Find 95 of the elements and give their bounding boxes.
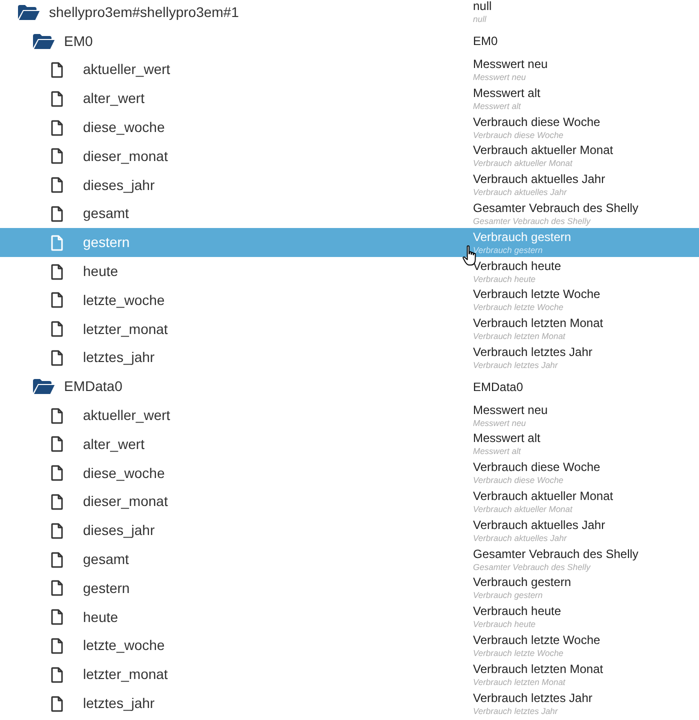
item-description: Verbrauch heute — [473, 619, 537, 630]
file-icon — [51, 206, 63, 222]
item-title: Messwert alt — [473, 86, 540, 100]
item-description: Verbrauch aktuelles Jahr — [473, 187, 568, 198]
item-title: Verbrauch letztes Jahr — [473, 690, 592, 705]
tree-item-name: dieser_monat — [83, 492, 168, 512]
item-title: Verbrauch aktueller Monat — [473, 488, 614, 503]
item-description: Verbrauch letzte Woche — [473, 302, 564, 314]
item-title: Verbrauch aktueller Monat — [473, 143, 614, 158]
item-description: Gesamter Vebrauch des Shelly — [473, 216, 592, 227]
file-icon — [51, 465, 63, 482]
tree-item-name: gesamt — [83, 204, 129, 224]
item-title: Verbrauch heute — [473, 258, 562, 273]
file-icon — [51, 522, 63, 539]
item-description: Verbrauch heute — [473, 274, 537, 285]
tree-item-name: alter_wert — [83, 434, 144, 454]
file-icon — [51, 580, 63, 596]
item-description: null — [473, 14, 488, 26]
file-icon — [51, 264, 63, 280]
item-title: Verbrauch diese Woche — [473, 114, 600, 129]
item-title: Messwert neu — [473, 56, 548, 71]
file-icon — [51, 177, 63, 194]
item-description: Verbrauch letzte Woche — [473, 648, 564, 659]
file-icon — [51, 62, 63, 78]
file-icon — [51, 638, 63, 654]
item-description: Verbrauch letzten Monat — [473, 331, 566, 342]
tree-item-name: diese_woche — [83, 118, 165, 138]
item-description: Verbrauch letztes Jahr — [473, 360, 559, 371]
item-title: Verbrauch letzte Woche — [473, 287, 600, 302]
item-description: Gesamter Vebrauch des Shelly — [473, 562, 592, 573]
item-title: EM0 — [473, 34, 498, 48]
tree-item-name: letzte_woche — [83, 636, 165, 656]
item-title: Messwert neu — [473, 402, 548, 417]
item-title: Verbrauch letzte Woche — [473, 632, 600, 647]
item-title: Verbrauch letzten Monat — [473, 662, 604, 676]
file-icon — [51, 234, 63, 251]
tree-item-name: letzte_woche — [83, 290, 165, 310]
file-icon — [51, 696, 63, 712]
item-title: Verbrauch letztes Jahr — [473, 344, 592, 359]
tree-item-name: letzter_monat — [83, 320, 168, 339]
item-title: Verbrauch gestern — [473, 230, 572, 244]
item-description: Verbrauch letztes Jahr — [473, 706, 559, 717]
item-description: Verbrauch diese Woche — [473, 130, 564, 141]
file-icon — [51, 666, 63, 683]
item-title: Verbrauch aktuelles Jahr — [473, 518, 606, 532]
tree-item-name: diese_woche — [83, 464, 165, 483]
tree-item-name: dieser_monat — [83, 146, 168, 166]
item-description: Verbrauch diese Woche — [473, 475, 564, 486]
file-icon — [51, 321, 63, 338]
item-description: Verbrauch aktuelles Jahr — [473, 532, 568, 544]
item-title: null — [473, 0, 492, 14]
tree-item-name: heute — [83, 608, 118, 627]
item-title: Gesamter Vebrauch des Shelly — [473, 546, 638, 561]
file-icon — [51, 350, 63, 366]
item-title: Gesamter Vebrauch des Shelly — [473, 200, 638, 215]
tree-item-name: EM0 — [64, 32, 93, 51]
tree-item-name: gestern — [83, 233, 130, 252]
tree-item-name: gestern — [83, 578, 130, 598]
item-description: Messwert alt — [473, 100, 522, 112]
tree-item-name: EMData0 — [64, 377, 122, 396]
item-title: Verbrauch gestern — [473, 575, 572, 590]
tree-item-name: alter_wert — [83, 89, 144, 108]
file-icon — [51, 120, 63, 136]
item-description: Verbrauch letzten Monat — [473, 676, 566, 688]
item-title: Verbrauch letzten Monat — [473, 316, 604, 330]
tree-item-name: heute — [83, 262, 118, 282]
item-title: Verbrauch aktuelles Jahr — [473, 172, 606, 186]
item-title: Messwert alt — [473, 431, 540, 446]
tree-item-name: dieses_jahr — [83, 521, 155, 540]
file-icon — [51, 436, 63, 452]
item-title: EMData0 — [473, 380, 524, 394]
tree-item-name: aktueller_wert — [83, 406, 170, 426]
file-icon — [51, 494, 63, 510]
item-description: Messwert alt — [473, 446, 522, 458]
file-icon — [51, 609, 63, 626]
tree-item-name: letzter_monat — [83, 665, 168, 684]
item-description: Messwert neu — [473, 418, 527, 429]
file-icon — [51, 552, 63, 568]
item-description: Messwert neu — [473, 72, 527, 83]
item-title: Verbrauch diese Woche — [473, 460, 600, 474]
tree-item-name: dieses_jahr — [83, 176, 155, 195]
tree-item-name: shellypro3em#shellypro3em#1 — [49, 2, 239, 22]
tree-item-name: aktueller_wert — [83, 60, 170, 80]
tree-item-name: letztes_jahr — [83, 694, 155, 714]
tree-item-name: gesamt — [83, 550, 129, 570]
file-icon — [51, 292, 63, 308]
item-description: Verbrauch aktueller Monat — [473, 158, 574, 170]
file-icon — [51, 408, 63, 424]
item-description: Verbrauch gestern — [473, 244, 544, 256]
tree-item-name: letztes_jahr — [83, 348, 155, 368]
item-description: Verbrauch aktueller Monat — [473, 504, 574, 515]
file-icon — [51, 148, 63, 164]
item-description: Verbrauch gestern — [473, 590, 544, 602]
file-icon — [51, 90, 63, 107]
item-title: Verbrauch heute — [473, 604, 562, 618]
